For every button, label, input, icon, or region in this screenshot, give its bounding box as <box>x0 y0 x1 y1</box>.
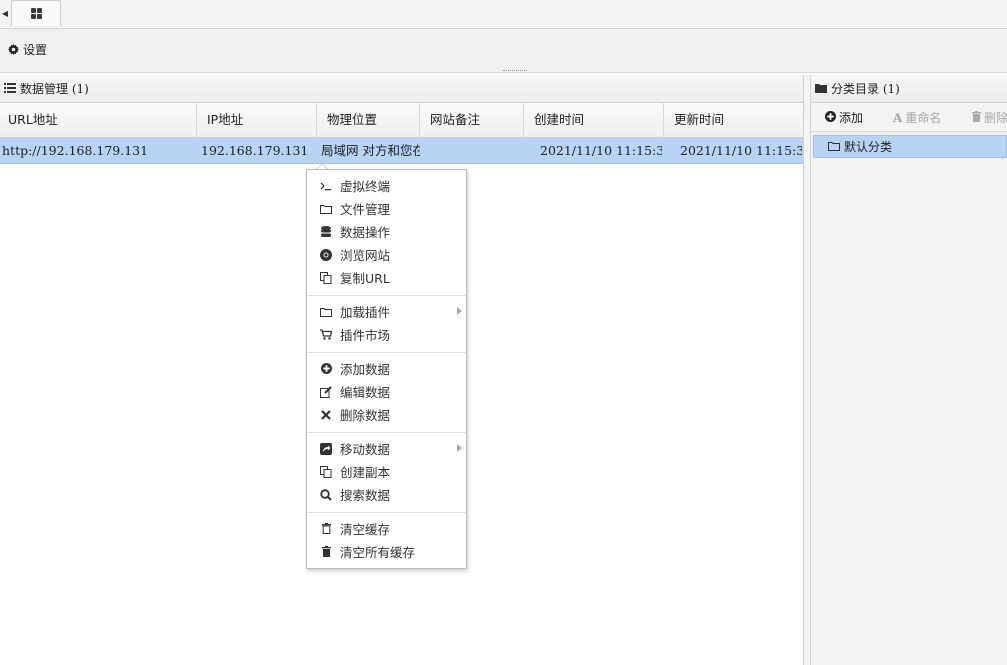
cell-location: 局域网 对方和您在同一内网 <box>321 143 420 158</box>
tab-strip: ◀ <box>0 0 1007 29</box>
share-icon <box>320 442 332 455</box>
category-panel-header: 分类目录 (1) <box>811 75 1007 103</box>
menu-separator <box>307 352 466 353</box>
close-icon <box>320 409 332 420</box>
cell-note <box>430 138 520 163</box>
menu-item-clear-cache[interactable]: 清空缓存 <box>307 518 466 539</box>
tab-scroll-left-button[interactable]: ◀ <box>0 0 10 28</box>
folder-icon <box>828 140 840 154</box>
menu-item-label: 加载插件 <box>340 305 391 320</box>
chrome-icon <box>320 248 332 261</box>
search-icon <box>320 488 332 501</box>
column-header-created[interactable]: 创建时间 <box>524 103 664 137</box>
cart-icon <box>320 329 332 340</box>
settings-button[interactable]: 设置 <box>8 41 47 57</box>
column-header-note[interactable]: 网站备注 <box>420 103 524 137</box>
menu-item-browse-site[interactable]: 浏览网站 <box>307 244 466 265</box>
menu-item-label: 清空所有缓存 <box>340 545 416 560</box>
menu-item-label: 插件市场 <box>340 328 391 343</box>
list-icon <box>4 82 16 96</box>
menu-item-label: 创建副本 <box>340 465 391 480</box>
menu-item-label: 文件管理 <box>340 202 391 217</box>
category-panel: 分类目录 (1) 添加 A 重命名 删除 默认分类 <box>811 75 1007 665</box>
menu-item-label: 虚拟终端 <box>340 179 391 194</box>
cell-created: 2021/11/10 11:15:36 <box>540 143 662 158</box>
add-category-button[interactable]: 添加 <box>825 109 863 126</box>
category-item-label: 默认分类 <box>844 140 893 154</box>
menu-separator <box>307 295 466 296</box>
menu-item-add-data[interactable]: 添加数据 <box>307 358 466 379</box>
menu-item-terminal[interactable]: 虚拟终端 <box>307 175 466 196</box>
tab-home[interactable] <box>11 0 61 26</box>
category-panel-title: 分类目录 (1) <box>831 82 900 96</box>
data-panel-title: 数据管理 (1) <box>20 82 89 96</box>
menu-item-label: 复制URL <box>340 271 390 286</box>
menu-item-edit-data[interactable]: 编辑数据 <box>307 381 466 402</box>
trash-icon <box>320 523 332 534</box>
submenu-arrow-icon <box>457 444 462 452</box>
menu-item-create-copy[interactable]: 创建副本 <box>307 461 466 482</box>
folder-filled-icon <box>815 82 827 96</box>
menu-item-label: 编辑数据 <box>340 385 391 400</box>
menu-item-label: 搜索数据 <box>340 488 391 503</box>
folder-icon <box>320 204 332 214</box>
menu-item-clear-all-cache[interactable]: 清空所有缓存 <box>307 541 466 562</box>
menu-item-search-data[interactable]: 搜索数据 <box>307 484 466 505</box>
terminal-icon <box>320 181 332 191</box>
menu-item-label: 浏览网站 <box>340 248 391 263</box>
column-header-updated[interactable]: 更新时间 <box>664 103 803 137</box>
table-row[interactable]: http://192.168.179.131 192.168.179.131 局… <box>0 138 803 164</box>
column-header-ip[interactable]: IP地址 <box>197 103 317 137</box>
menu-item-move-data[interactable]: 移动数据 <box>307 438 466 459</box>
database-icon <box>320 225 332 238</box>
plus-circle-icon <box>320 363 332 374</box>
trash-icon <box>972 110 981 125</box>
menu-item-delete-data[interactable]: 删除数据 <box>307 404 466 425</box>
menu-separator <box>307 432 466 433</box>
vertical-splitter[interactable] <box>804 75 811 665</box>
menu-item-load-plugin[interactable]: 加载插件 <box>307 301 466 322</box>
delete-category-button[interactable]: 删除 <box>972 109 1007 126</box>
context-menu: 虚拟终端 文件管理 数据操作 浏览网站 复制URL 加载插件 插件市场 添加数据… <box>306 169 467 569</box>
menu-item-label: 添加数据 <box>340 362 391 377</box>
column-header-location[interactable]: 物理位置 <box>317 103 420 137</box>
table-header: URL地址 IP地址 物理位置 网站备注 创建时间 更新时间 <box>0 103 803 138</box>
menu-item-data-operation[interactable]: 数据操作 <box>307 221 466 242</box>
gear-icon <box>8 43 19 55</box>
category-item-default[interactable]: 默认分类 <box>813 135 1007 158</box>
menu-item-label: 移动数据 <box>340 442 391 457</box>
delete-category-label: 删除 <box>984 111 1007 125</box>
menu-item-label: 数据操作 <box>340 225 391 240</box>
trash-icon <box>320 546 332 557</box>
menu-item-file-manager[interactable]: 文件管理 <box>307 198 466 219</box>
add-category-label: 添加 <box>839 111 864 125</box>
submenu-arrow-icon <box>457 307 462 315</box>
grid-icon <box>31 8 42 19</box>
plus-circle-icon <box>825 110 836 125</box>
menu-item-plugin-market[interactable]: 插件市场 <box>307 324 466 345</box>
font-icon: A <box>893 110 903 125</box>
menu-item-label: 清空缓存 <box>340 522 391 537</box>
folder-icon <box>320 307 332 317</box>
menu-item-label: 删除数据 <box>340 408 391 423</box>
copy-icon <box>320 465 332 478</box>
cell-url: http://192.168.179.131 <box>2 143 149 158</box>
category-toolbar: 添加 A 重命名 删除 <box>811 103 1007 132</box>
data-panel-header: 数据管理 (1) <box>0 75 803 103</box>
column-header-url[interactable]: URL地址 <box>0 103 197 137</box>
edit-icon <box>320 385 332 398</box>
settings-label: 设置 <box>23 42 48 57</box>
rename-category-button[interactable]: A 重命名 <box>893 109 941 126</box>
cell-updated: 2021/11/10 11:15:36 <box>680 143 802 158</box>
menu-item-copy-url[interactable]: 复制URL <box>307 267 466 288</box>
cell-ip: 192.168.179.131 <box>201 143 309 158</box>
main-toolbar: 设置 <box>0 29 1007 73</box>
rename-category-label: 重命名 <box>905 111 942 125</box>
copy-icon <box>320 271 332 284</box>
horizontal-splitter[interactable] <box>503 70 527 73</box>
menu-separator <box>307 512 466 513</box>
